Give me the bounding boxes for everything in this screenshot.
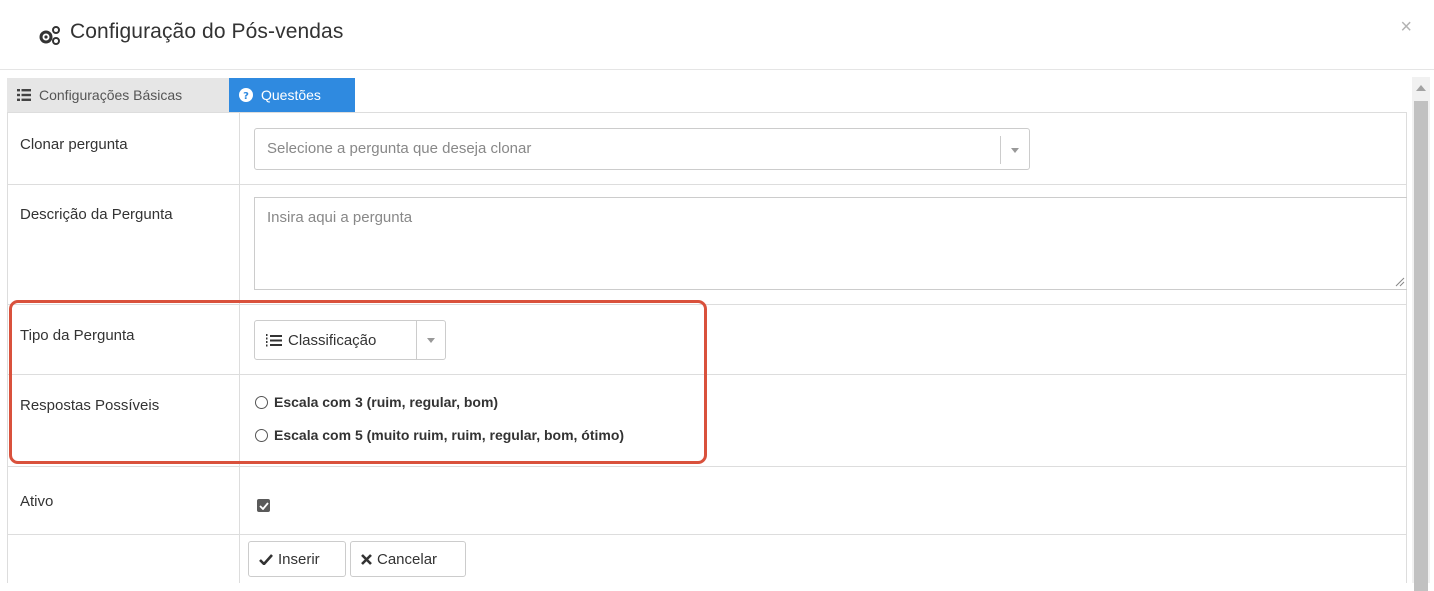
list-icon [17,89,31,101]
clone-question-select[interactable]: Selecione a pergunta que deseja clonar [254,128,1030,170]
scale-5-label: Escala com 5 (muito ruim, ruim, regular,… [274,427,625,443]
active-checkbox[interactable] [257,499,270,512]
type-row: Tipo da Pergunta Classificação [8,305,1406,375]
answers-label: Respostas Possíveis [8,375,240,466]
textarea-placeholder: Insira aqui a pergunta [267,209,413,226]
insert-button-label: Inserir [278,550,320,568]
cancel-button[interactable]: Cancelar [350,541,466,577]
scrollbar-thumb[interactable] [1414,101,1428,591]
tab-label: Configurações Básicas [39,87,183,103]
resize-grip-icon[interactable] [1395,277,1405,287]
ordered-list-icon [266,333,283,347]
svg-text:?: ? [243,91,249,102]
scroll-up-arrow-icon[interactable] [1416,85,1426,91]
actions-label-cell [8,535,240,583]
active-row: Ativo [8,467,1406,535]
clone-label: Clonar pergunta [8,113,240,184]
tab-configuracoes-basicas[interactable]: Configurações Básicas [7,78,229,112]
close-icon [361,553,372,565]
check-icon [258,501,269,510]
question-form: Clonar pergunta Selecione a pergunta que… [7,112,1407,583]
cancel-button-label: Cancelar [377,550,438,568]
tab-bar: Configurações Básicas ? Questões [7,78,1407,112]
vertical-scrollbar[interactable] [1412,77,1430,591]
close-button[interactable]: × [1400,16,1412,39]
type-label: Tipo da Pergunta [8,305,240,374]
description-label: Descrição da Pergunta [8,185,240,304]
radio-button[interactable] [255,428,268,442]
scale-5-radio-option[interactable]: Escala com 5 (muito ruim, ruim, regular,… [255,427,624,443]
chevron-down-icon [416,321,445,359]
gears-icon [39,26,60,45]
chevron-down-icon [1000,136,1029,164]
insert-button[interactable]: Inserir [248,541,346,577]
answers-row: Respostas Possíveis Escala com 3 (ruim, … [8,375,1406,467]
tab-label: Questões [261,87,321,103]
modal-title: Configuração do Pós-vendas [70,20,344,43]
active-label: Ativo [8,467,240,534]
modal-header: Configuração do Pós-vendas × [0,0,1434,70]
question-description-textarea[interactable]: Insira aqui a pergunta [254,197,1407,290]
question-circle-icon: ? [239,88,253,102]
clone-select-placeholder: Selecione a pergunta que deseja clonar [267,140,532,157]
radio-button[interactable] [255,395,268,409]
check-icon [259,553,273,565]
tab-questoes[interactable]: ? Questões [229,78,355,112]
modal-body: Configurações Básicas ? Questões Clonar … [7,78,1407,583]
scale-3-radio-option[interactable]: Escala com 3 (ruim, regular, bom) [255,394,498,410]
clone-row: Clonar pergunta Selecione a pergunta que… [8,113,1406,185]
actions-row: Inserir Cancelar [8,535,1406,583]
type-select-value: Classificação [288,331,377,349]
scale-3-label: Escala com 3 (ruim, regular, bom) [274,394,499,410]
description-row: Descrição da Pergunta Insira aqui a perg… [8,185,1407,305]
question-type-select[interactable]: Classificação [254,320,446,360]
